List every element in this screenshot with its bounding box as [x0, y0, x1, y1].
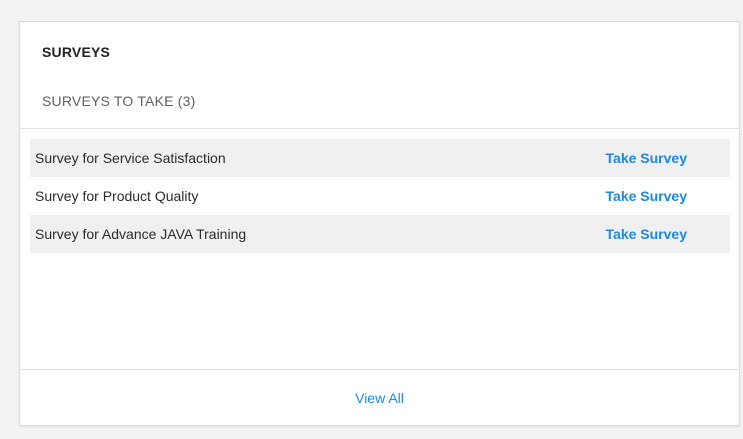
list-item: Survey for Advance JAVA Training Take Su…: [30, 215, 730, 253]
card-title: SURVEYS: [42, 44, 111, 60]
survey-name: Survey for Advance JAVA Training: [35, 226, 247, 242]
list-item: Survey for Product Quality Take Survey: [30, 177, 730, 215]
surveys-to-take-heading: SURVEYS TO TAKE (3): [42, 93, 196, 109]
view-all-link[interactable]: View All: [20, 390, 739, 406]
header-divider: [20, 128, 739, 129]
list-item: Survey for Service Satisfaction Take Sur…: [30, 139, 730, 177]
survey-name: Survey for Service Satisfaction: [35, 150, 226, 166]
survey-name: Survey for Product Quality: [35, 188, 199, 204]
surveys-card: SURVEYS SURVEYS TO TAKE (3) Survey for S…: [19, 21, 740, 426]
take-survey-link[interactable]: Take Survey: [606, 226, 687, 242]
footer-divider: [20, 369, 739, 370]
take-survey-link[interactable]: Take Survey: [606, 188, 687, 204]
survey-list: Survey for Service Satisfaction Take Sur…: [30, 139, 730, 253]
take-survey-link[interactable]: Take Survey: [606, 150, 687, 166]
